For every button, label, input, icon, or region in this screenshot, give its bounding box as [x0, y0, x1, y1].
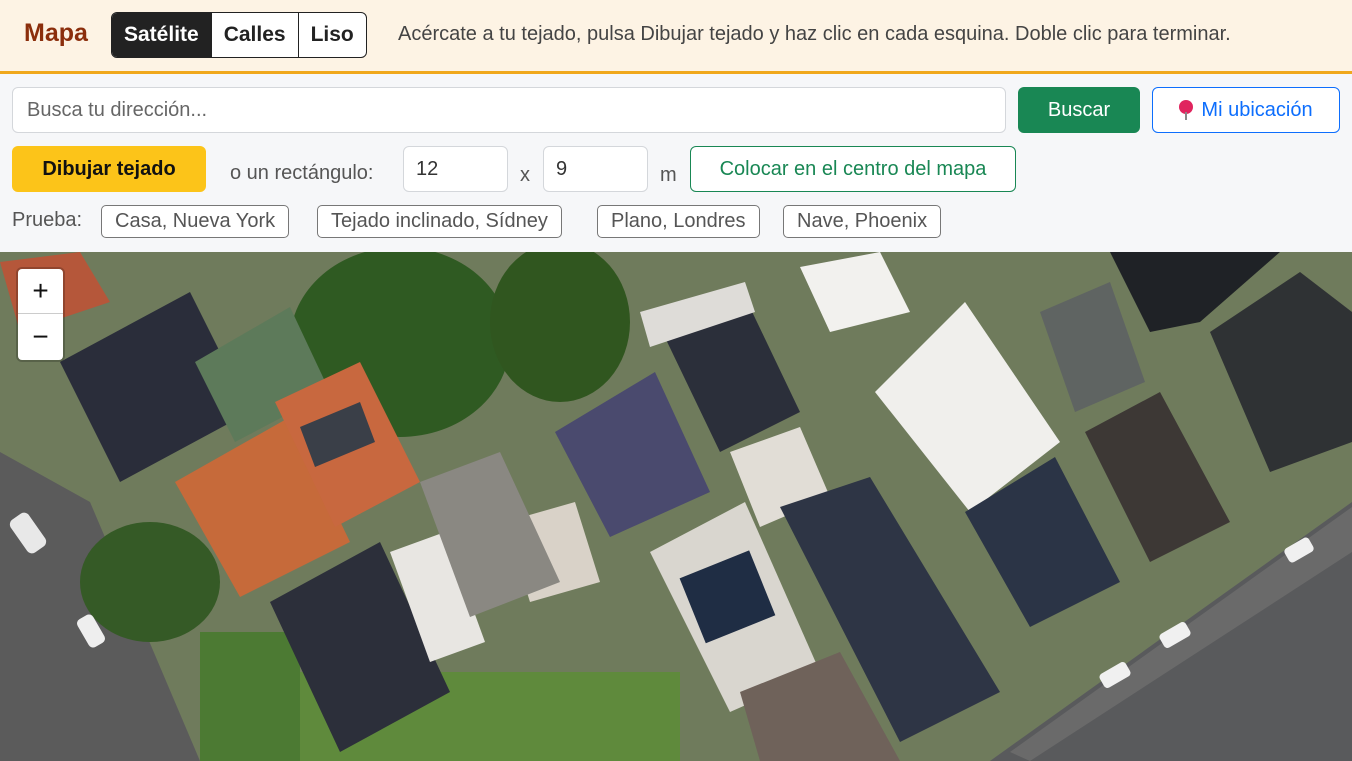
rect-width-input[interactable] [403, 146, 508, 192]
search-button[interactable]: Buscar [1018, 87, 1140, 133]
rect-height-input[interactable] [543, 146, 648, 192]
instructions-text: Acércate a tu tejado, pulsa Dibujar teja… [398, 23, 1231, 45]
header-bar: Mapa Satélite Calles Liso Acércate a tu … [0, 0, 1352, 74]
layer-streets-button[interactable]: Calles [212, 13, 299, 57]
my-location-button[interactable]: Mi ubicación [1152, 87, 1340, 133]
draw-roof-button[interactable]: Dibujar tejado [12, 146, 206, 192]
example-chip-sydney[interactable]: Tejado inclinado, Sídney [317, 205, 562, 238]
unit-label: m [660, 164, 677, 186]
my-location-label: Mi ubicación [1201, 98, 1313, 121]
place-center-button[interactable]: Colocar en el centro del mapa [690, 146, 1016, 192]
address-search-input[interactable] [12, 87, 1006, 133]
example-chip-london[interactable]: Plano, Londres [597, 205, 760, 238]
layer-satellite-button[interactable]: Satélite [112, 13, 212, 57]
page-title: Mapa [24, 19, 88, 47]
zoom-out-button[interactable]: − [18, 314, 63, 359]
example-chip-new-york[interactable]: Casa, Nueva York [101, 205, 290, 238]
layer-plain-button[interactable]: Liso [299, 13, 366, 57]
layer-switcher: Satélite Calles Liso [111, 12, 367, 58]
examples-label: Prueba: [12, 209, 83, 231]
satellite-imagery [0, 252, 1352, 761]
times-label: x [520, 164, 530, 186]
satellite-map[interactable] [0, 252, 1352, 761]
rectangle-label: o un rectángulo: [230, 162, 374, 184]
example-chip-phoenix[interactable]: Nave, Phoenix [783, 205, 942, 238]
map-pin-icon [1179, 100, 1194, 120]
zoom-control: + − [18, 269, 63, 360]
zoom-in-button[interactable]: + [18, 269, 63, 314]
